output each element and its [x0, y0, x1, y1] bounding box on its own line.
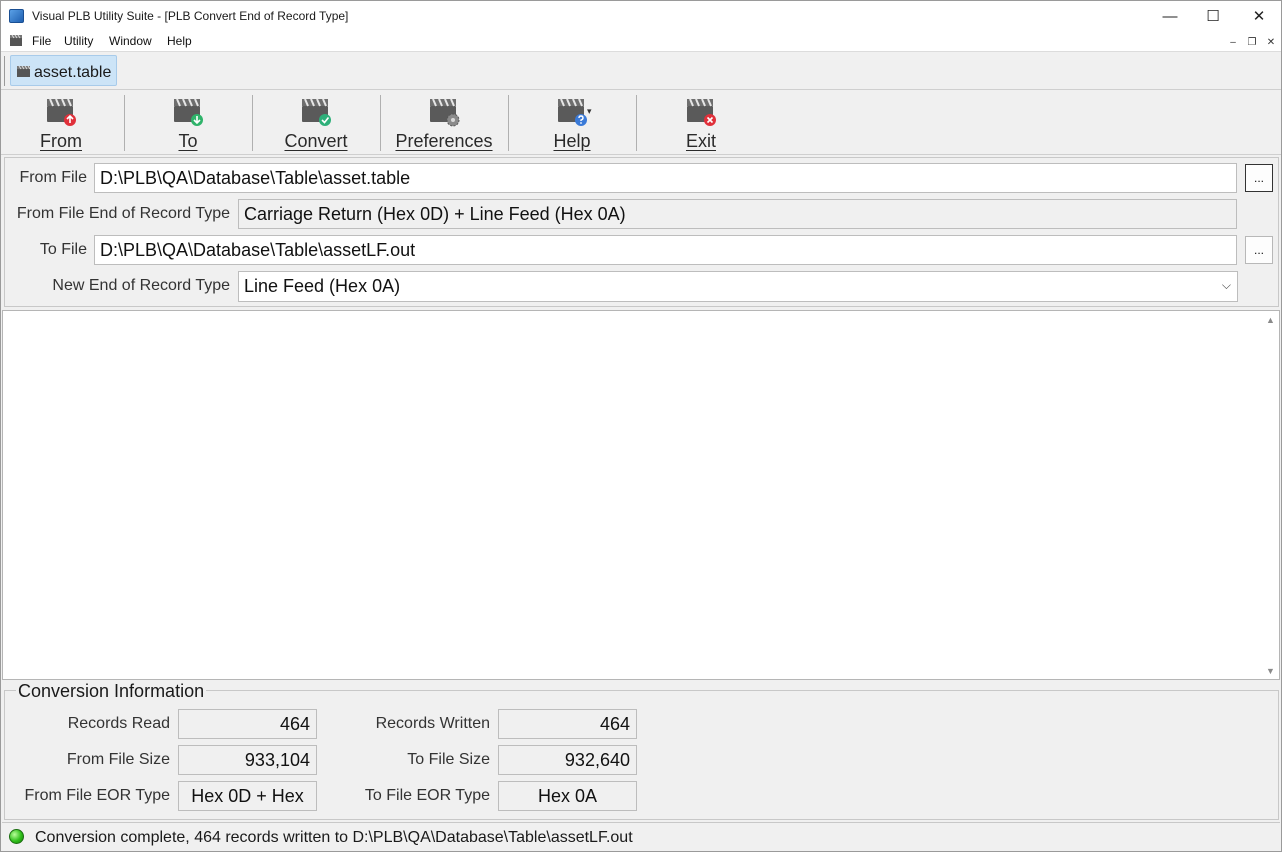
output-area[interactable]: ▲ ▼: [2, 310, 1280, 680]
status-message: Conversion complete, 464 records written…: [35, 829, 633, 846]
convert-button-label: Convert: [284, 131, 348, 151]
records-written-label: Records Written: [375, 715, 490, 732]
mdi-close-button[interactable]: ✕: [1263, 34, 1279, 50]
minimize-button[interactable]: —: [1147, 1, 1193, 31]
to-file-size-value: 932,640: [498, 745, 637, 775]
clapper-help-icon: [558, 98, 587, 126]
clapper-to-icon: [174, 98, 203, 126]
help-button[interactable]: ▾ Help: [517, 93, 627, 151]
document-tab-bar: asset.table: [1, 52, 1281, 90]
clapper-convert-icon: [302, 98, 331, 126]
help-button-label: Help: [553, 131, 591, 151]
from-file-size-value: 933,104: [178, 745, 317, 775]
app-window: Visual PLB Utility Suite - [PLB Convert …: [0, 0, 1282, 852]
mdi-minimize-button[interactable]: –: [1225, 34, 1241, 50]
window-title: Visual PLB Utility Suite - [PLB Convert …: [32, 9, 349, 23]
preferences-button[interactable]: Preferences: [389, 93, 499, 151]
help-dropdown-icon[interactable]: ▾: [587, 106, 592, 117]
vertical-scrollbar[interactable]: ▲ ▼: [1262, 311, 1279, 679]
clapper-icon: [17, 65, 31, 77]
close-button[interactable]: ✕: [1236, 1, 1282, 31]
document-tab-label: asset.table: [34, 64, 112, 81]
menu-utility[interactable]: Utility: [64, 34, 93, 48]
to-file-label: To File: [39, 241, 87, 258]
conversion-information-title: Conversion Information: [16, 681, 207, 702]
exit-button-label: Exit: [685, 131, 716, 151]
clapper-preferences-icon: [430, 98, 460, 127]
to-file-eor-value: Hex 0A: [498, 781, 637, 811]
scroll-up-arrow-icon[interactable]: ▲: [1266, 315, 1275, 325]
file-panel: From File D:\PLB\QA\Database\Table\asset…: [4, 157, 1279, 307]
to-file-field[interactable]: D:\PLB\QA\Database\Table\assetLF.out: [94, 235, 1237, 265]
mdi-restore-button[interactable]: ❐: [1244, 34, 1260, 50]
to-file-size-label: To File Size: [407, 751, 490, 768]
menu-bar: File Utility Window Help – ❐ ✕: [1, 31, 1281, 52]
document-tab-asset-table[interactable]: asset.table: [10, 55, 117, 86]
conversion-information-group: Conversion Information Records Read 464 …: [4, 681, 1279, 820]
from-eor-label: From File End of Record Type: [16, 205, 230, 222]
tab-bar-grip: [4, 56, 5, 86]
to-file-browse-button[interactable]: ...: [1245, 236, 1273, 264]
to-button[interactable]: To: [133, 93, 243, 151]
scroll-down-arrow-icon[interactable]: ▼: [1266, 666, 1275, 676]
from-eor-field: Carriage Return (Hex 0D) + Line Feed (He…: [238, 199, 1237, 229]
toolbar-separator: [636, 95, 637, 151]
toolbar-separator: [508, 95, 509, 151]
from-file-label: From File: [19, 169, 87, 186]
app-icon: [9, 9, 24, 23]
toolbar-separator: [252, 95, 253, 151]
records-written-value: 464: [498, 709, 637, 739]
new-eor-label: New End of Record Type: [52, 277, 230, 294]
chevron-down-icon: ⌵: [1221, 278, 1231, 292]
records-read-label: Records Read: [67, 715, 170, 732]
from-file-eor-label: From File EOR Type: [24, 787, 170, 804]
new-eor-select[interactable]: Line Feed (Hex 0A) ⌵: [238, 271, 1238, 302]
title-bar: Visual PLB Utility Suite - [PLB Convert …: [1, 1, 1281, 31]
maximize-button[interactable]: ☐: [1190, 1, 1236, 31]
new-eor-selected-value: Line Feed (Hex 0A): [244, 276, 401, 296]
status-bar: Conversion complete, 464 records written…: [2, 822, 1280, 851]
menu-help[interactable]: Help: [167, 34, 192, 48]
toolbar-separator: [380, 95, 381, 151]
from-button[interactable]: From: [6, 93, 116, 151]
from-file-size-label: From File Size: [66, 751, 170, 768]
to-file-eor-label: To File EOR Type: [364, 787, 490, 804]
toolbar-separator: [124, 95, 125, 151]
clapper-from-icon: [47, 98, 76, 126]
status-led-icon: [9, 829, 24, 844]
from-file-field[interactable]: D:\PLB\QA\Database\Table\asset.table: [94, 163, 1237, 193]
records-read-value: 464: [178, 709, 317, 739]
from-file-browse-button[interactable]: ...: [1245, 164, 1273, 192]
document-clapper-icon[interactable]: [9, 34, 23, 47]
clapper-exit-icon: [687, 98, 716, 126]
menu-file[interactable]: File: [32, 34, 51, 48]
from-button-label: From: [40, 131, 82, 151]
to-button-label: To: [178, 131, 198, 151]
from-file-eor-value: Hex 0D + Hex: [178, 781, 317, 811]
exit-button[interactable]: Exit: [646, 93, 756, 151]
preferences-button-label: Preferences: [395, 131, 493, 151]
menu-window[interactable]: Window: [109, 34, 152, 48]
convert-button[interactable]: Convert: [261, 93, 371, 151]
toolbar: From To Convert Preferences ▾ Help Exit: [1, 91, 1281, 155]
